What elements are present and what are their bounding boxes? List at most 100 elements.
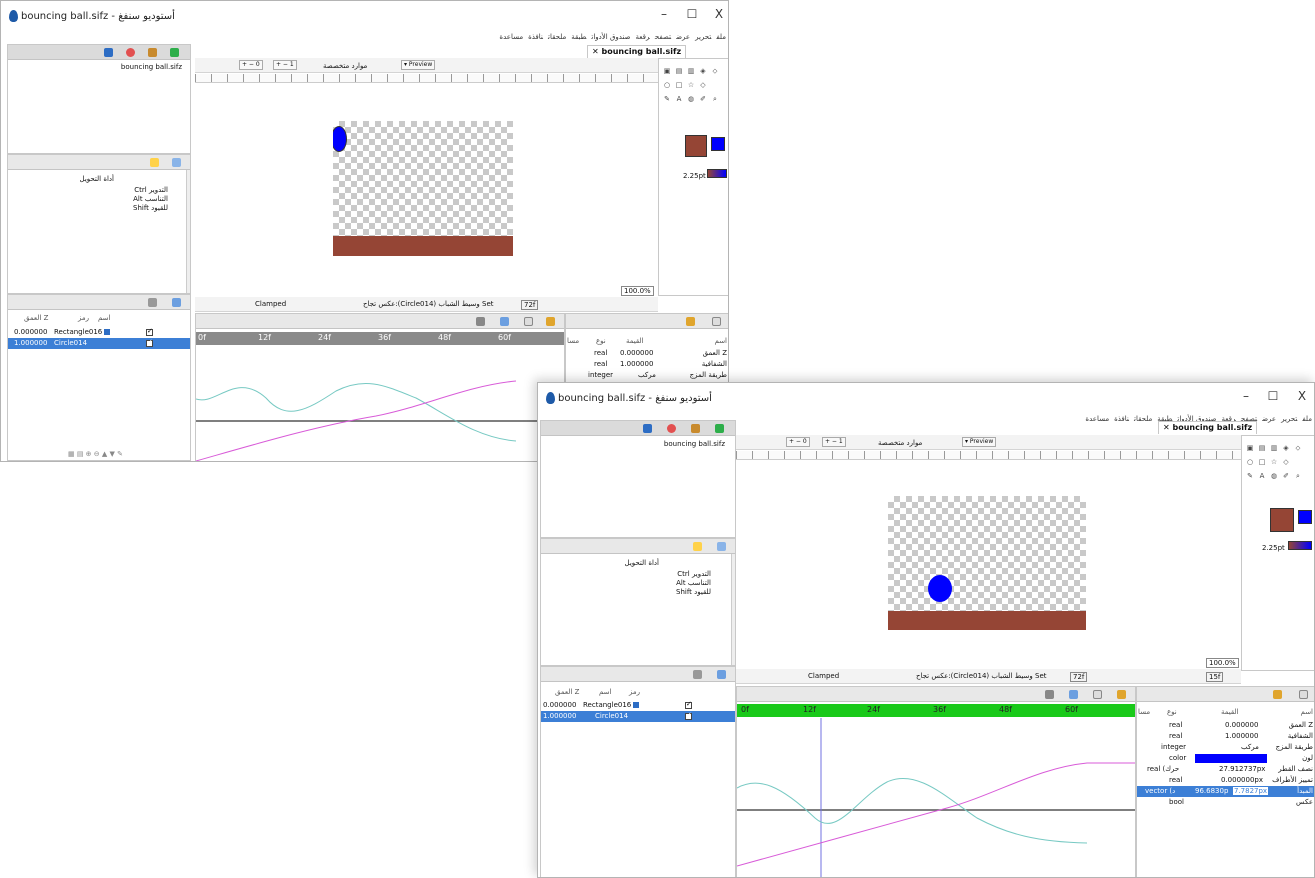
fill-color-swatch[interactable] xyxy=(711,137,725,151)
param-row[interactable]: نصف القطر 27.912737px real (حرك xyxy=(1137,764,1314,775)
library-tab-icon[interactable] xyxy=(712,317,721,326)
tool-options-icon[interactable] xyxy=(150,158,159,167)
zoom-field[interactable]: 100.0% xyxy=(621,286,654,296)
frame-step-field[interactable]: + − 1 xyxy=(822,437,846,447)
column-name[interactable]: اسم xyxy=(98,314,110,322)
param-value[interactable]: 1.000000 xyxy=(1225,732,1258,740)
layer-visibility-checkbox[interactable] xyxy=(146,327,153,336)
menu-canvas[interactable]: رقعة xyxy=(636,33,650,41)
params-icon[interactable] xyxy=(172,158,181,167)
library-tab-icon[interactable] xyxy=(1299,690,1308,699)
canvas-document[interactable] xyxy=(888,496,1086,630)
maximize-button[interactable]: ☐ xyxy=(684,7,700,21)
menu-layer[interactable]: طبقة xyxy=(571,33,586,41)
param-value[interactable]: مركب xyxy=(1241,743,1259,751)
param-value[interactable]: 0.000000 xyxy=(1225,721,1258,729)
column-type[interactable]: نوع xyxy=(1167,708,1177,716)
column-name[interactable]: اسم xyxy=(599,688,611,696)
close-button[interactable]: X xyxy=(711,7,727,21)
sets-icon[interactable] xyxy=(693,670,702,679)
info-icon[interactable] xyxy=(643,424,652,433)
param-row[interactable]: طريقة المزج مركب integer xyxy=(1137,742,1314,753)
param-row[interactable]: طريقة المزج مركب integer xyxy=(566,370,728,381)
column-value[interactable]: القيمة xyxy=(1221,708,1239,716)
time-ruler[interactable]: 0f 12f 24f 36f 48f 60f xyxy=(196,332,564,345)
star-tool-icon[interactable]: ☆ xyxy=(687,81,695,89)
param-row[interactable]: تمييز الأطراف 0.000000px real xyxy=(1137,775,1314,786)
sets-icon[interactable] xyxy=(148,298,157,307)
menu-window[interactable]: نافذة xyxy=(528,33,543,41)
canvas-browser-icon[interactable] xyxy=(170,48,179,57)
layer-visibility-checkbox[interactable] xyxy=(146,338,153,347)
minimize-button[interactable]: – xyxy=(1238,389,1254,403)
menu-navigate[interactable]: تصفح xyxy=(655,33,671,41)
library-icon[interactable] xyxy=(691,424,700,433)
curves-graph[interactable] xyxy=(737,718,1136,878)
circle-tool-icon[interactable]: ○ xyxy=(663,81,671,89)
time-ruler[interactable]: 0f 12f 24f 36f 48f 60f xyxy=(737,704,1135,717)
resources-label[interactable]: موارد متخصصة xyxy=(323,62,367,70)
canvas-area[interactable] xyxy=(195,85,651,285)
menu-help[interactable]: مساعدة xyxy=(1085,415,1109,423)
navigator-icon[interactable] xyxy=(667,424,676,433)
polygon-tool-icon[interactable]: ◇ xyxy=(1282,458,1290,466)
frame-start-field[interactable]: + − 0 xyxy=(786,437,810,447)
preview-button[interactable]: ▾ Preview xyxy=(962,437,997,447)
zoom-tool-icon[interactable]: ⌕ xyxy=(711,95,719,103)
tool-options-icon[interactable] xyxy=(693,542,702,551)
canvas-area[interactable] xyxy=(736,462,1231,657)
column-icon[interactable]: رمز xyxy=(78,314,89,322)
fill-tool-icon[interactable]: ◍ xyxy=(1270,472,1278,480)
param-value[interactable]: 1.000000 xyxy=(620,360,653,368)
menu-plugins[interactable]: ملحقات xyxy=(548,33,566,41)
timetrack-icon[interactable] xyxy=(500,317,509,326)
layer-visibility-checkbox[interactable] xyxy=(685,700,692,709)
interp-select[interactable]: Clamped xyxy=(255,300,286,308)
menu-help[interactable]: مساعدة xyxy=(499,33,523,41)
scale-tool-icon[interactable]: ▥ xyxy=(687,67,695,75)
frame-step-field[interactable]: + − 1 xyxy=(273,60,297,70)
rotate-tool-icon[interactable]: ◈ xyxy=(1282,444,1290,452)
menu-file[interactable]: ملف xyxy=(1302,415,1312,423)
polygon-tool-icon[interactable]: ◇ xyxy=(699,81,707,89)
canvas-document[interactable] xyxy=(333,121,513,256)
pen-tool-icon[interactable]: ✎ xyxy=(1246,472,1254,480)
curves-icon[interactable] xyxy=(546,317,555,326)
rotate-tool-icon[interactable]: ◈ xyxy=(699,67,707,75)
circle-tool-icon[interactable]: ○ xyxy=(1246,458,1254,466)
text-tool-icon[interactable]: A xyxy=(1258,472,1266,480)
mirror-tool-icon[interactable]: ⬦ xyxy=(1294,444,1302,452)
menu-plugins[interactable]: ملحقات xyxy=(1134,415,1152,423)
brush-size[interactable]: 2.25pt xyxy=(1262,544,1285,552)
canvas-browser-icon[interactable] xyxy=(715,424,724,433)
layers-icon[interactable] xyxy=(172,298,181,307)
ground-rectangle[interactable] xyxy=(888,611,1086,630)
param-row-selected[interactable]: المبدأ 96.6830p 7.7827px vector (د xyxy=(1137,786,1314,797)
frame-start-field[interactable]: + − 0 xyxy=(239,60,263,70)
ball-circle[interactable] xyxy=(928,575,952,602)
menu-edit[interactable]: تحرير xyxy=(1281,415,1297,423)
eyedrop-tool-icon[interactable]: ✐ xyxy=(699,95,707,103)
canvas-tab[interactable]: ✕ bouncing ball.sifz xyxy=(1158,421,1258,434)
rectangle-tool-icon[interactable]: □ xyxy=(1258,458,1266,466)
preview-button[interactable]: ▾ Preview xyxy=(401,60,436,70)
param-row[interactable]: الشفافية 1.000000 real xyxy=(1137,731,1314,742)
layers-icon[interactable] xyxy=(717,670,726,679)
layer-row[interactable]: 0.000000 Rectangle016 xyxy=(8,327,190,338)
param-value[interactable]: 0.000000px xyxy=(1221,776,1263,784)
outline-color-swatch[interactable] xyxy=(1270,508,1294,532)
brush-size[interactable]: 2.25pt xyxy=(683,172,706,180)
layer-visibility-checkbox[interactable] xyxy=(685,711,692,720)
eyedrop-tool-icon[interactable]: ✐ xyxy=(1282,472,1290,480)
menu-file[interactable]: ملف xyxy=(716,33,726,41)
canvas-file-label[interactable]: bouncing ball.sifz xyxy=(121,63,182,71)
param-row[interactable]: العمق Z 0.000000 real xyxy=(566,348,728,359)
keyframe-icon[interactable] xyxy=(1045,690,1054,699)
menu-toolbox[interactable]: صندوق الأدوات xyxy=(591,33,630,41)
params-icon[interactable] xyxy=(717,542,726,551)
layer-row-selected[interactable]: 1.000000 Circle014 xyxy=(541,711,735,722)
fill-tool-icon[interactable]: ◍ xyxy=(687,95,695,103)
graphs-icon[interactable] xyxy=(1093,690,1102,699)
interp-select[interactable]: Clamped xyxy=(808,672,839,680)
pen-tool-icon[interactable]: ✎ xyxy=(663,95,671,103)
